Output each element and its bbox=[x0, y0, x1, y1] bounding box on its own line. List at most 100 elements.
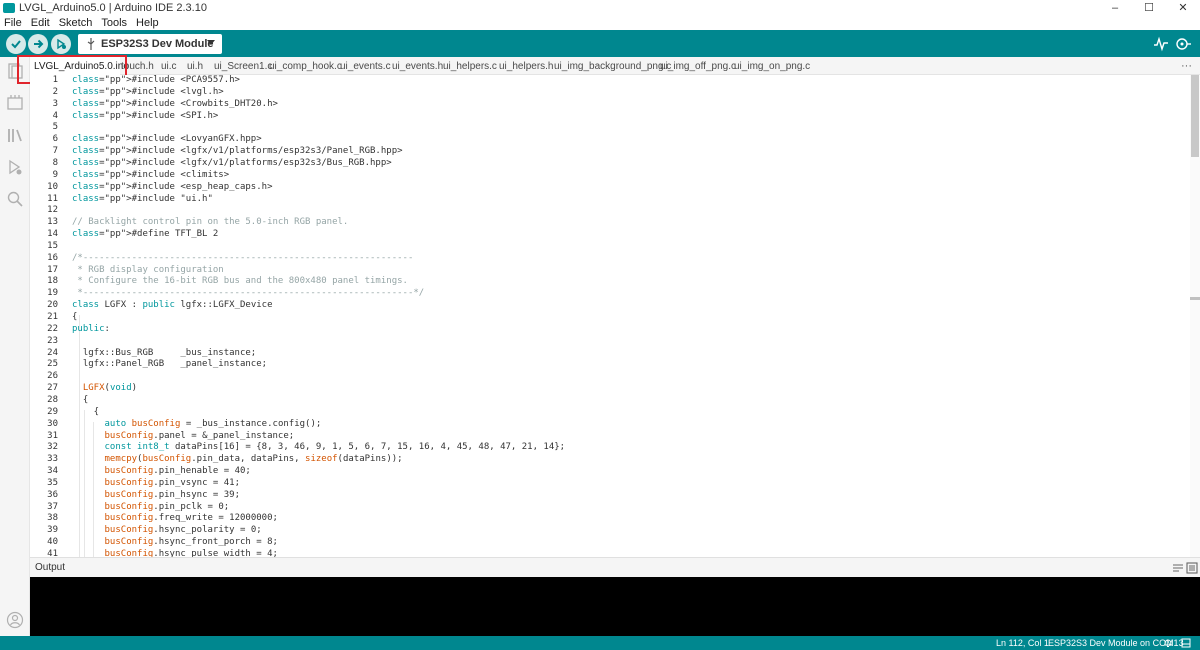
line-number: 18 bbox=[47, 276, 58, 287]
code-line[interactable]: LGFX(void) bbox=[72, 383, 137, 393]
toggle-scroll-lock-icon[interactable] bbox=[1186, 562, 1198, 574]
search-icon[interactable] bbox=[6, 190, 24, 208]
debugger-icon bbox=[57, 38, 66, 50]
line-number: 7 bbox=[52, 146, 58, 157]
line-number: 5 bbox=[52, 122, 58, 133]
more-tabs-button[interactable]: ··· bbox=[1181, 57, 1192, 75]
menu-edit[interactable]: Edit bbox=[27, 17, 55, 29]
code-line[interactable]: class="pp">#include <esp_heap_caps.h> bbox=[72, 182, 272, 192]
line-number: 31 bbox=[47, 430, 58, 441]
debug-button[interactable] bbox=[51, 34, 71, 54]
line-number: 30 bbox=[47, 418, 58, 429]
line-number: 28 bbox=[47, 394, 58, 405]
code-line[interactable]: class="pp">#include <SPI.h> bbox=[72, 111, 218, 121]
bell-icon[interactable] bbox=[1163, 638, 1173, 648]
code-line[interactable]: class="pp">#include <lgfx/v1/platforms/e… bbox=[72, 146, 403, 156]
line-number: 37 bbox=[47, 501, 58, 512]
code-line[interactable]: class="pp">#include <PCA9557.h> bbox=[72, 75, 240, 85]
code-line[interactable]: busConfig.pin_vsync = 41; bbox=[72, 478, 240, 488]
status-bar: Ln 112, Col 1 ESP32S3 Dev Module on COM1… bbox=[0, 636, 1200, 650]
panel-toggle-icon[interactable] bbox=[1181, 638, 1191, 648]
code-line[interactable]: { bbox=[72, 407, 99, 417]
code-line[interactable]: *---------------------------------------… bbox=[72, 288, 424, 298]
code-line[interactable]: { bbox=[72, 395, 88, 405]
code-line[interactable]: busConfig.hsync_pulse_width = 4; bbox=[72, 549, 278, 557]
code-line[interactable]: lgfx::Panel_RGB _panel_instance; bbox=[72, 359, 267, 369]
close-button[interactable]: ✕ bbox=[1166, 0, 1200, 15]
code-line[interactable]: lgfx::Bus_RGB _bus_instance; bbox=[72, 348, 256, 358]
line-number: 4 bbox=[52, 110, 58, 121]
tab-ui-helpers-c[interactable]: ui_helpers.c bbox=[443, 57, 497, 75]
library-manager-icon[interactable] bbox=[6, 126, 24, 144]
code-line[interactable]: class LGFX : public lgfx::LGFX_Device bbox=[72, 300, 273, 310]
code-line[interactable]: class="pp">#include <Crowbits_DHT20.h> bbox=[72, 99, 278, 109]
code-line[interactable]: class="pp">#define TFT_BL 2 bbox=[72, 229, 218, 239]
code-line[interactable]: class="pp">#include <climits> bbox=[72, 170, 229, 180]
monitor-icon[interactable] bbox=[1175, 36, 1191, 52]
line-number: 11 bbox=[47, 193, 58, 204]
verify-button[interactable] bbox=[6, 34, 26, 54]
line-number: 3 bbox=[52, 98, 58, 109]
menu-sketch[interactable]: Sketch bbox=[55, 17, 98, 29]
plotter-icon[interactable] bbox=[1153, 36, 1169, 52]
line-number: 19 bbox=[47, 288, 58, 299]
line-number: 26 bbox=[47, 371, 58, 382]
tab-ui-img-background-png-c[interactable]: ui_img_background_png.c bbox=[554, 57, 671, 75]
code-line[interactable]: class="pp">#include <lgfx/v1/platforms/e… bbox=[72, 158, 392, 168]
line-number: 2 bbox=[52, 86, 58, 97]
clear-output-icon[interactable] bbox=[1172, 562, 1184, 574]
code-line[interactable]: busConfig.hsync_polarity = 0; bbox=[72, 525, 262, 535]
tab-ui-img-on-png-c[interactable]: ui_img_on_png.c bbox=[734, 57, 810, 75]
board-selector[interactable]: ESP32S3 Dev Module bbox=[78, 34, 222, 54]
code-line[interactable]: * Configure the 16-bit RGB bus and the 8… bbox=[72, 276, 408, 286]
upload-button[interactable] bbox=[28, 34, 48, 54]
tab-ui-events-h[interactable]: ui_events.h bbox=[392, 57, 443, 75]
code-line[interactable]: busConfig.panel = &_panel_instance; bbox=[72, 431, 295, 441]
code-line[interactable]: class="pp">#include <lvgl.h> bbox=[72, 87, 224, 97]
scrollbar-thumb[interactable] bbox=[1191, 75, 1199, 157]
code-line[interactable]: busConfig.pin_pclk = 0; bbox=[72, 502, 230, 512]
tab-ui-img-off-png-c[interactable]: ui_img_off_png.c bbox=[660, 57, 736, 75]
output-console[interactable] bbox=[30, 577, 1200, 636]
toolbar: ESP32S3 Dev Module bbox=[0, 30, 1200, 57]
code-line[interactable]: public: bbox=[72, 324, 110, 334]
code-line[interactable]: class="pp">#include "ui.h" bbox=[72, 194, 213, 204]
code-line[interactable]: /*--------------------------------------… bbox=[72, 253, 413, 263]
debug-panel-icon[interactable] bbox=[6, 158, 24, 176]
cursor-position: Ln 112, Col 1 bbox=[996, 638, 1049, 648]
line-number: 1 bbox=[52, 75, 58, 85]
code-area[interactable]: class="pp">#include <PCA9557.h> class="pp… bbox=[72, 75, 1182, 557]
tab-ui-comp-hook-c[interactable]: ui_comp_hook.c bbox=[269, 57, 342, 75]
minimize-button[interactable]: – bbox=[1098, 0, 1132, 15]
menu-help[interactable]: Help bbox=[132, 17, 164, 29]
code-line[interactable]: class="pp">#include <LovyanGFX.hpp> bbox=[72, 134, 262, 144]
code-line[interactable]: busConfig.freq_write = 12000000; bbox=[72, 513, 278, 523]
code-line[interactable]: { bbox=[72, 312, 77, 322]
menu-file[interactable]: File bbox=[0, 17, 27, 29]
line-number: 13 bbox=[47, 217, 58, 228]
line-number: 22 bbox=[47, 323, 58, 334]
code-line[interactable]: busConfig.pin_henable = 40; bbox=[72, 466, 251, 476]
code-line[interactable]: auto busConfig = _bus_instance.config(); bbox=[72, 419, 322, 429]
boards-manager-icon[interactable] bbox=[6, 94, 24, 112]
code-line[interactable]: busConfig.hsync_front_porch = 8; bbox=[72, 537, 278, 547]
arrow-right-icon bbox=[34, 39, 44, 49]
arduino-logo-icon bbox=[3, 2, 15, 13]
tab-ui-screen1-c[interactable]: ui_Screen1.c bbox=[214, 57, 272, 75]
output-header: Output bbox=[30, 557, 1200, 577]
line-number: 32 bbox=[47, 442, 58, 453]
tab-ui-events-c[interactable]: ui_events.c bbox=[340, 57, 391, 75]
code-editor[interactable]: 1 2 3 4 5 6 7 8 9 10 11 12 13 14 15 16 17 18 19 20 21 22 23 24 2… bbox=[30, 75, 1190, 557]
code-line[interactable]: busConfig.pin_hsync = 39; bbox=[72, 490, 240, 500]
maximize-button[interactable]: ☐ bbox=[1132, 0, 1166, 15]
code-line[interactable]: // Backlight control pin on the 5.0-inch… bbox=[72, 217, 348, 227]
code-line[interactable]: memcpy(busConfig.pin_data, dataPins, siz… bbox=[72, 454, 403, 464]
tab-ui-h[interactable]: ui.h bbox=[187, 57, 203, 75]
code-line[interactable]: const int8_t dataPins[16] = {8, 3, 46, 9… bbox=[72, 442, 566, 452]
tab-ui-helpers-h[interactable]: ui_helpers.h bbox=[499, 57, 553, 75]
editor-scrollbar[interactable] bbox=[1190, 75, 1200, 557]
tab-ui-c[interactable]: ui.c bbox=[161, 57, 177, 75]
code-line[interactable]: * RGB display configuration bbox=[72, 265, 223, 275]
account-icon[interactable] bbox=[6, 611, 24, 629]
menu-tools[interactable]: Tools bbox=[97, 17, 132, 29]
